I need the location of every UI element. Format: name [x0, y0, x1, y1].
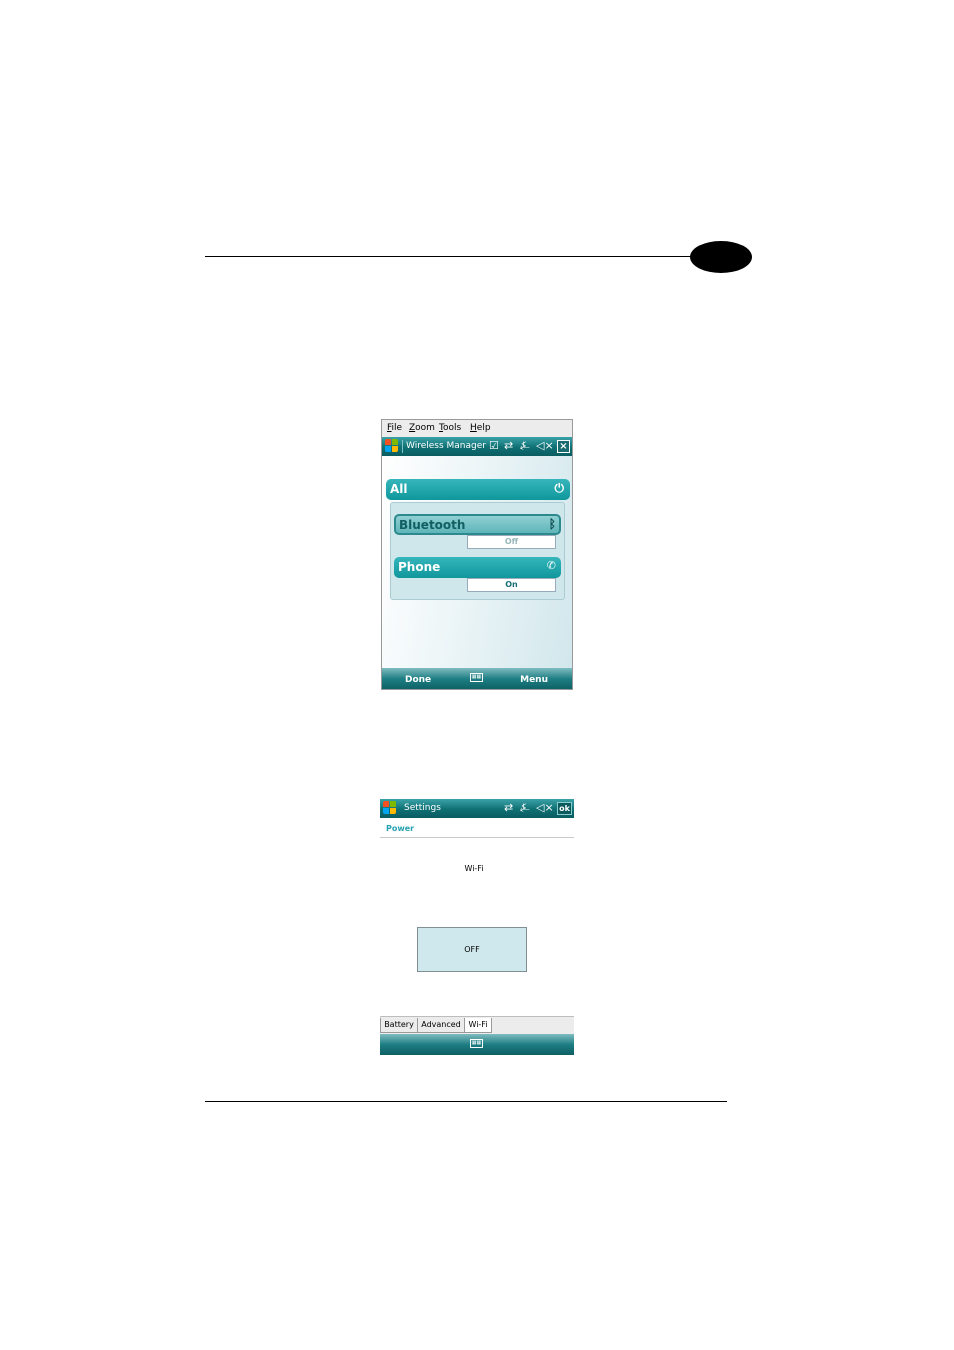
window-title: Settings	[404, 803, 441, 813]
bluetooth-off-icon: ᛒ	[548, 517, 556, 531]
connectivity-icon: ⇄	[504, 801, 514, 814]
speaker-mute-icon: ◁×	[536, 801, 554, 814]
phone-status: On	[467, 578, 556, 592]
title-bar: Wireless Manager ☑ ⇄ ⍼ ◁× ×	[382, 437, 572, 456]
footer-rule	[205, 1101, 727, 1102]
phone-icon: ✆	[546, 559, 556, 572]
header-rule	[205, 256, 705, 257]
bluetooth-toggle-button[interactable]: Bluetooth ᛒ	[394, 514, 561, 535]
menu-tools[interactable]: Tools	[439, 423, 461, 433]
title-bar: Settings ⇄ ⍼ ◁× ok	[380, 799, 574, 818]
chapter-tab-marker	[690, 241, 752, 273]
menu-file[interactable]: File	[387, 423, 402, 433]
windows-start-icon[interactable]	[383, 801, 397, 815]
menu-help[interactable]: Help	[470, 423, 491, 433]
phone-label: Phone	[398, 560, 441, 574]
all-label: All	[390, 482, 408, 496]
tab-wifi[interactable]: Wi-Fi	[464, 1018, 492, 1033]
keyboard-icon[interactable]: ▦▦	[470, 673, 483, 682]
keyboard-icon[interactable]: ▦▦	[470, 1039, 483, 1048]
bluetooth-status: Off	[467, 535, 556, 549]
signal-off-icon: ⍼	[520, 801, 530, 814]
wireless-manager-body: All ⏻ Bluetooth ᛒ Off Phone ✆ On	[382, 456, 572, 668]
softkey-bar: ▦▦	[380, 1034, 574, 1055]
settings-power-screenshot: Settings ⇄ ⍼ ◁× ok Power Wi-Fi OFF Batte…	[380, 799, 574, 1055]
window-title: Wireless Manager	[406, 441, 486, 451]
checkbox-icon: ☑	[489, 439, 499, 452]
wireless-manager-screenshot: File Zoom Tools Help Wireless Manager ☑ …	[381, 419, 573, 690]
signal-off-icon: ⍼	[520, 439, 530, 452]
bluetooth-label: Bluetooth	[399, 518, 466, 532]
section-rule	[380, 837, 574, 838]
tab-advanced[interactable]: Advanced	[417, 1018, 465, 1033]
softkey-bar: Done ▦▦ Menu	[382, 668, 572, 689]
menu-bar: File Zoom Tools Help	[382, 420, 572, 438]
all-radios-button[interactable]: All ⏻	[386, 479, 570, 500]
menu-softkey[interactable]: Menu	[520, 675, 548, 685]
tab-strip: Battery Advanced Wi-Fi	[380, 1016, 574, 1035]
ok-button[interactable]: ok	[557, 802, 572, 815]
windows-start-icon[interactable]	[385, 439, 399, 453]
wifi-label: Wi-Fi	[464, 864, 484, 873]
tab-battery[interactable]: Battery	[380, 1018, 418, 1033]
section-header: Power	[386, 824, 415, 833]
phone-toggle-button[interactable]: Phone ✆	[394, 557, 561, 578]
connectivity-icon: ⇄	[504, 439, 514, 452]
power-icon: ⏻	[554, 481, 565, 495]
done-softkey[interactable]: Done	[405, 675, 431, 685]
close-icon[interactable]: ×	[557, 440, 570, 453]
wifi-power-toggle-button[interactable]: OFF	[417, 927, 527, 972]
title-divider	[402, 440, 403, 453]
menu-zoom[interactable]: Zoom	[409, 423, 435, 433]
speaker-mute-icon: ◁×	[536, 439, 554, 452]
